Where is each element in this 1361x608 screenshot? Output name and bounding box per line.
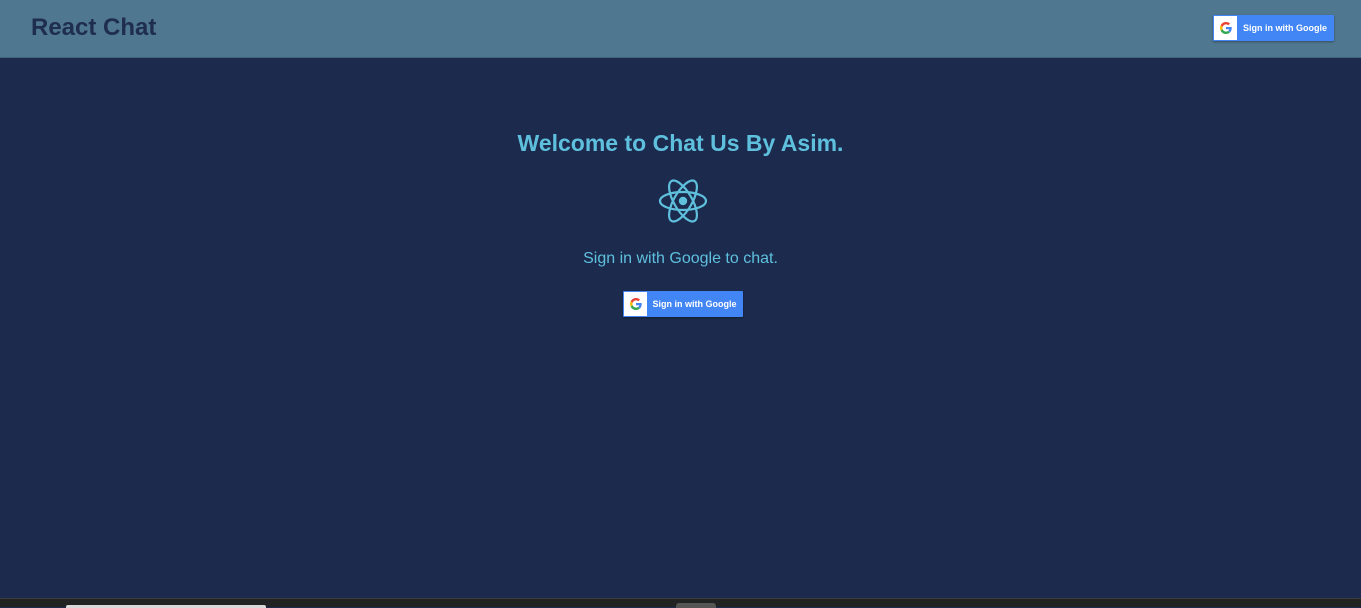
google-icon xyxy=(624,292,647,316)
main-google-signin-button[interactable]: Sign in with Google xyxy=(623,291,743,317)
os-taskbar xyxy=(0,598,1361,608)
header-google-signin-label: Sign in with Google xyxy=(1243,23,1327,33)
taskbar-app-icon[interactable] xyxy=(676,603,716,608)
main-google-signin-label: Sign in with Google xyxy=(652,299,737,309)
brand-title: React Chat xyxy=(31,14,157,41)
google-icon xyxy=(1214,16,1237,40)
header-google-signin-button[interactable]: Sign in with Google xyxy=(1213,15,1334,41)
react-logo-icon xyxy=(658,179,708,223)
welcome-heading: Welcome to Chat Us By Asim. xyxy=(517,130,844,156)
navbar: React Chat Sign in with Google xyxy=(0,0,1361,58)
signin-subtitle: Sign in with Google to chat. xyxy=(583,250,778,267)
